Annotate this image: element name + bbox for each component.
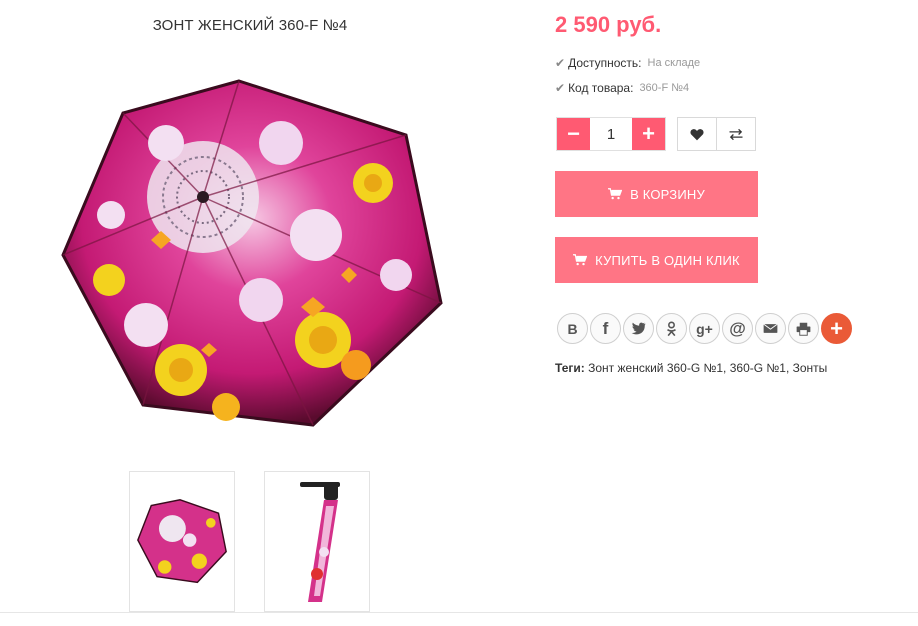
plus-icon: + <box>830 315 843 341</box>
at-icon: @ <box>729 318 746 338</box>
share-print-button[interactable] <box>788 313 819 344</box>
share-vk-button[interactable]: В <box>557 313 588 344</box>
sku-value: 360-F №4 <box>639 82 690 94</box>
share-odnoklassniki-button[interactable] <box>656 313 687 344</box>
product-title: ЗОНТ ЖЕНСКИЙ 360-F №4 <box>152 17 348 34</box>
cart-icon <box>573 254 588 266</box>
wishlist-button[interactable] <box>677 117 717 151</box>
product-price: 2 590 руб. <box>555 12 662 37</box>
thumbnail-folded-umbrella[interactable] <box>264 471 370 612</box>
divider <box>0 612 918 613</box>
buy-one-click-label: КУПИТЬ В ОДИН КЛИК <box>595 252 740 268</box>
availability-label: Доступность: <box>568 56 642 70</box>
quantity-stepper: − + <box>556 117 666 151</box>
add-to-cart-label: В КОРЗИНУ <box>630 186 705 202</box>
mail-icon <box>763 323 778 333</box>
availability-row: ✔ Доступность: На складе <box>555 56 700 70</box>
sku-row: ✔ Код товара: 360-F №4 <box>555 81 689 95</box>
tags-label: Теги: <box>555 361 585 375</box>
googleplus-icon: g+ <box>696 320 713 337</box>
buy-one-click-button[interactable]: КУПИТЬ В ОДИН КЛИК <box>555 237 758 283</box>
umbrella-folded-thumb-image <box>300 481 340 602</box>
sku-label: Код товара: <box>568 81 634 95</box>
tags-links[interactable]: Зонт женский 360-G №1, 360-G №1, Зонты <box>588 361 827 375</box>
availability-value: На складе <box>647 57 701 69</box>
share-mail-button[interactable] <box>755 313 786 344</box>
quantity-increase-button[interactable]: + <box>632 118 665 150</box>
cart-icon <box>608 188 623 200</box>
share-email-at-button[interactable]: @ <box>722 313 753 344</box>
thumbnail-open-umbrella[interactable] <box>129 471 235 612</box>
umbrella-open-thumb-image <box>137 498 227 583</box>
facebook-icon: f <box>602 318 609 338</box>
umbrella-open-image <box>61 79 443 427</box>
share-more-button[interactable]: + <box>821 313 852 344</box>
product-tags: Теги: Зонт женский 360-G №1, 360-G №1, З… <box>555 361 827 375</box>
compare-arrows-icon <box>729 128 743 140</box>
compare-button[interactable] <box>716 117 756 151</box>
vk-icon: В <box>567 320 578 337</box>
print-icon <box>796 322 811 336</box>
quantity-decrease-button[interactable]: − <box>557 118 590 150</box>
odnoklassniki-icon <box>667 321 676 336</box>
share-facebook-button[interactable]: f <box>590 313 621 344</box>
share-buttons: В f g+ @ + <box>557 313 852 344</box>
share-googleplus-button[interactable]: g+ <box>689 313 720 344</box>
twitter-icon <box>631 322 646 335</box>
add-to-cart-button[interactable]: В КОРЗИНУ <box>555 171 758 217</box>
quantity-input[interactable] <box>590 118 632 150</box>
check-icon: ✔ <box>555 81 566 95</box>
check-icon: ✔ <box>555 56 566 70</box>
share-twitter-button[interactable] <box>623 313 654 344</box>
heart-icon <box>690 128 704 140</box>
product-main-image[interactable] <box>48 62 454 460</box>
